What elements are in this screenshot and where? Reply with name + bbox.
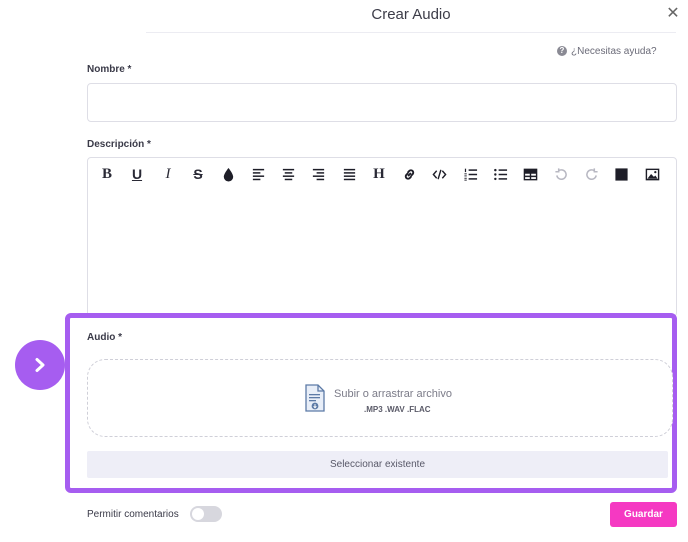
image-icon[interactable] [643, 165, 661, 183]
next-arrow-button[interactable] [15, 340, 65, 390]
italic-icon[interactable]: I [159, 165, 177, 183]
underline-icon[interactable]: U [128, 165, 146, 183]
help-link[interactable]: ? ¿Necesitas ayuda? [557, 44, 657, 58]
name-input[interactable] [87, 83, 677, 122]
question-circle-icon: ? [557, 46, 567, 56]
code-icon[interactable] [430, 165, 448, 183]
text-color-icon[interactable] [219, 165, 237, 183]
audio-label: Audio * [87, 332, 122, 343]
strikethrough-icon[interactable]: S [189, 165, 207, 183]
comments-toggle[interactable] [190, 506, 222, 522]
description-editor[interactable]: B U I S H [87, 157, 677, 317]
unordered-list-icon[interactable] [491, 165, 509, 183]
dropzone-formats: .MP3 .WAV .FLAC [364, 405, 431, 414]
color-swatch-icon[interactable] [612, 165, 630, 183]
bold-icon[interactable]: B [98, 165, 116, 183]
dropzone-title: Subir o arrastrar archivo [334, 388, 452, 400]
comments-label: Permitir comentarios [87, 509, 179, 520]
name-label: Nombre * [87, 64, 132, 75]
select-existing-button[interactable]: Seleccionar existente [87, 451, 668, 478]
redo-icon[interactable] [582, 165, 600, 183]
align-right-icon[interactable] [309, 165, 327, 183]
help-label: ¿Necesitas ayuda? [571, 45, 657, 57]
close-icon[interactable]: ✕ [666, 6, 680, 22]
chevron-right-icon [35, 358, 45, 372]
table-icon[interactable] [521, 165, 539, 183]
audio-file-icon [305, 384, 325, 412]
modal-header: Crear Audio ✕ [146, 0, 680, 33]
link-icon[interactable] [400, 165, 418, 183]
heading-icon[interactable]: H [370, 165, 388, 183]
ordered-list-icon[interactable] [461, 165, 479, 183]
align-left-icon[interactable] [249, 165, 267, 183]
audio-dropzone[interactable]: Subir o arrastrar archivo .MP3 .WAV .FLA… [87, 359, 673, 437]
align-justify-icon[interactable] [340, 165, 358, 183]
undo-icon[interactable] [552, 165, 570, 183]
modal-title: Crear Audio [371, 6, 451, 23]
description-label: Descripción * [87, 139, 151, 150]
editor-toolbar: B U I S H [88, 158, 678, 188]
save-button[interactable]: Guardar [610, 502, 677, 527]
toggle-knob [192, 508, 204, 520]
align-center-icon[interactable] [279, 165, 297, 183]
